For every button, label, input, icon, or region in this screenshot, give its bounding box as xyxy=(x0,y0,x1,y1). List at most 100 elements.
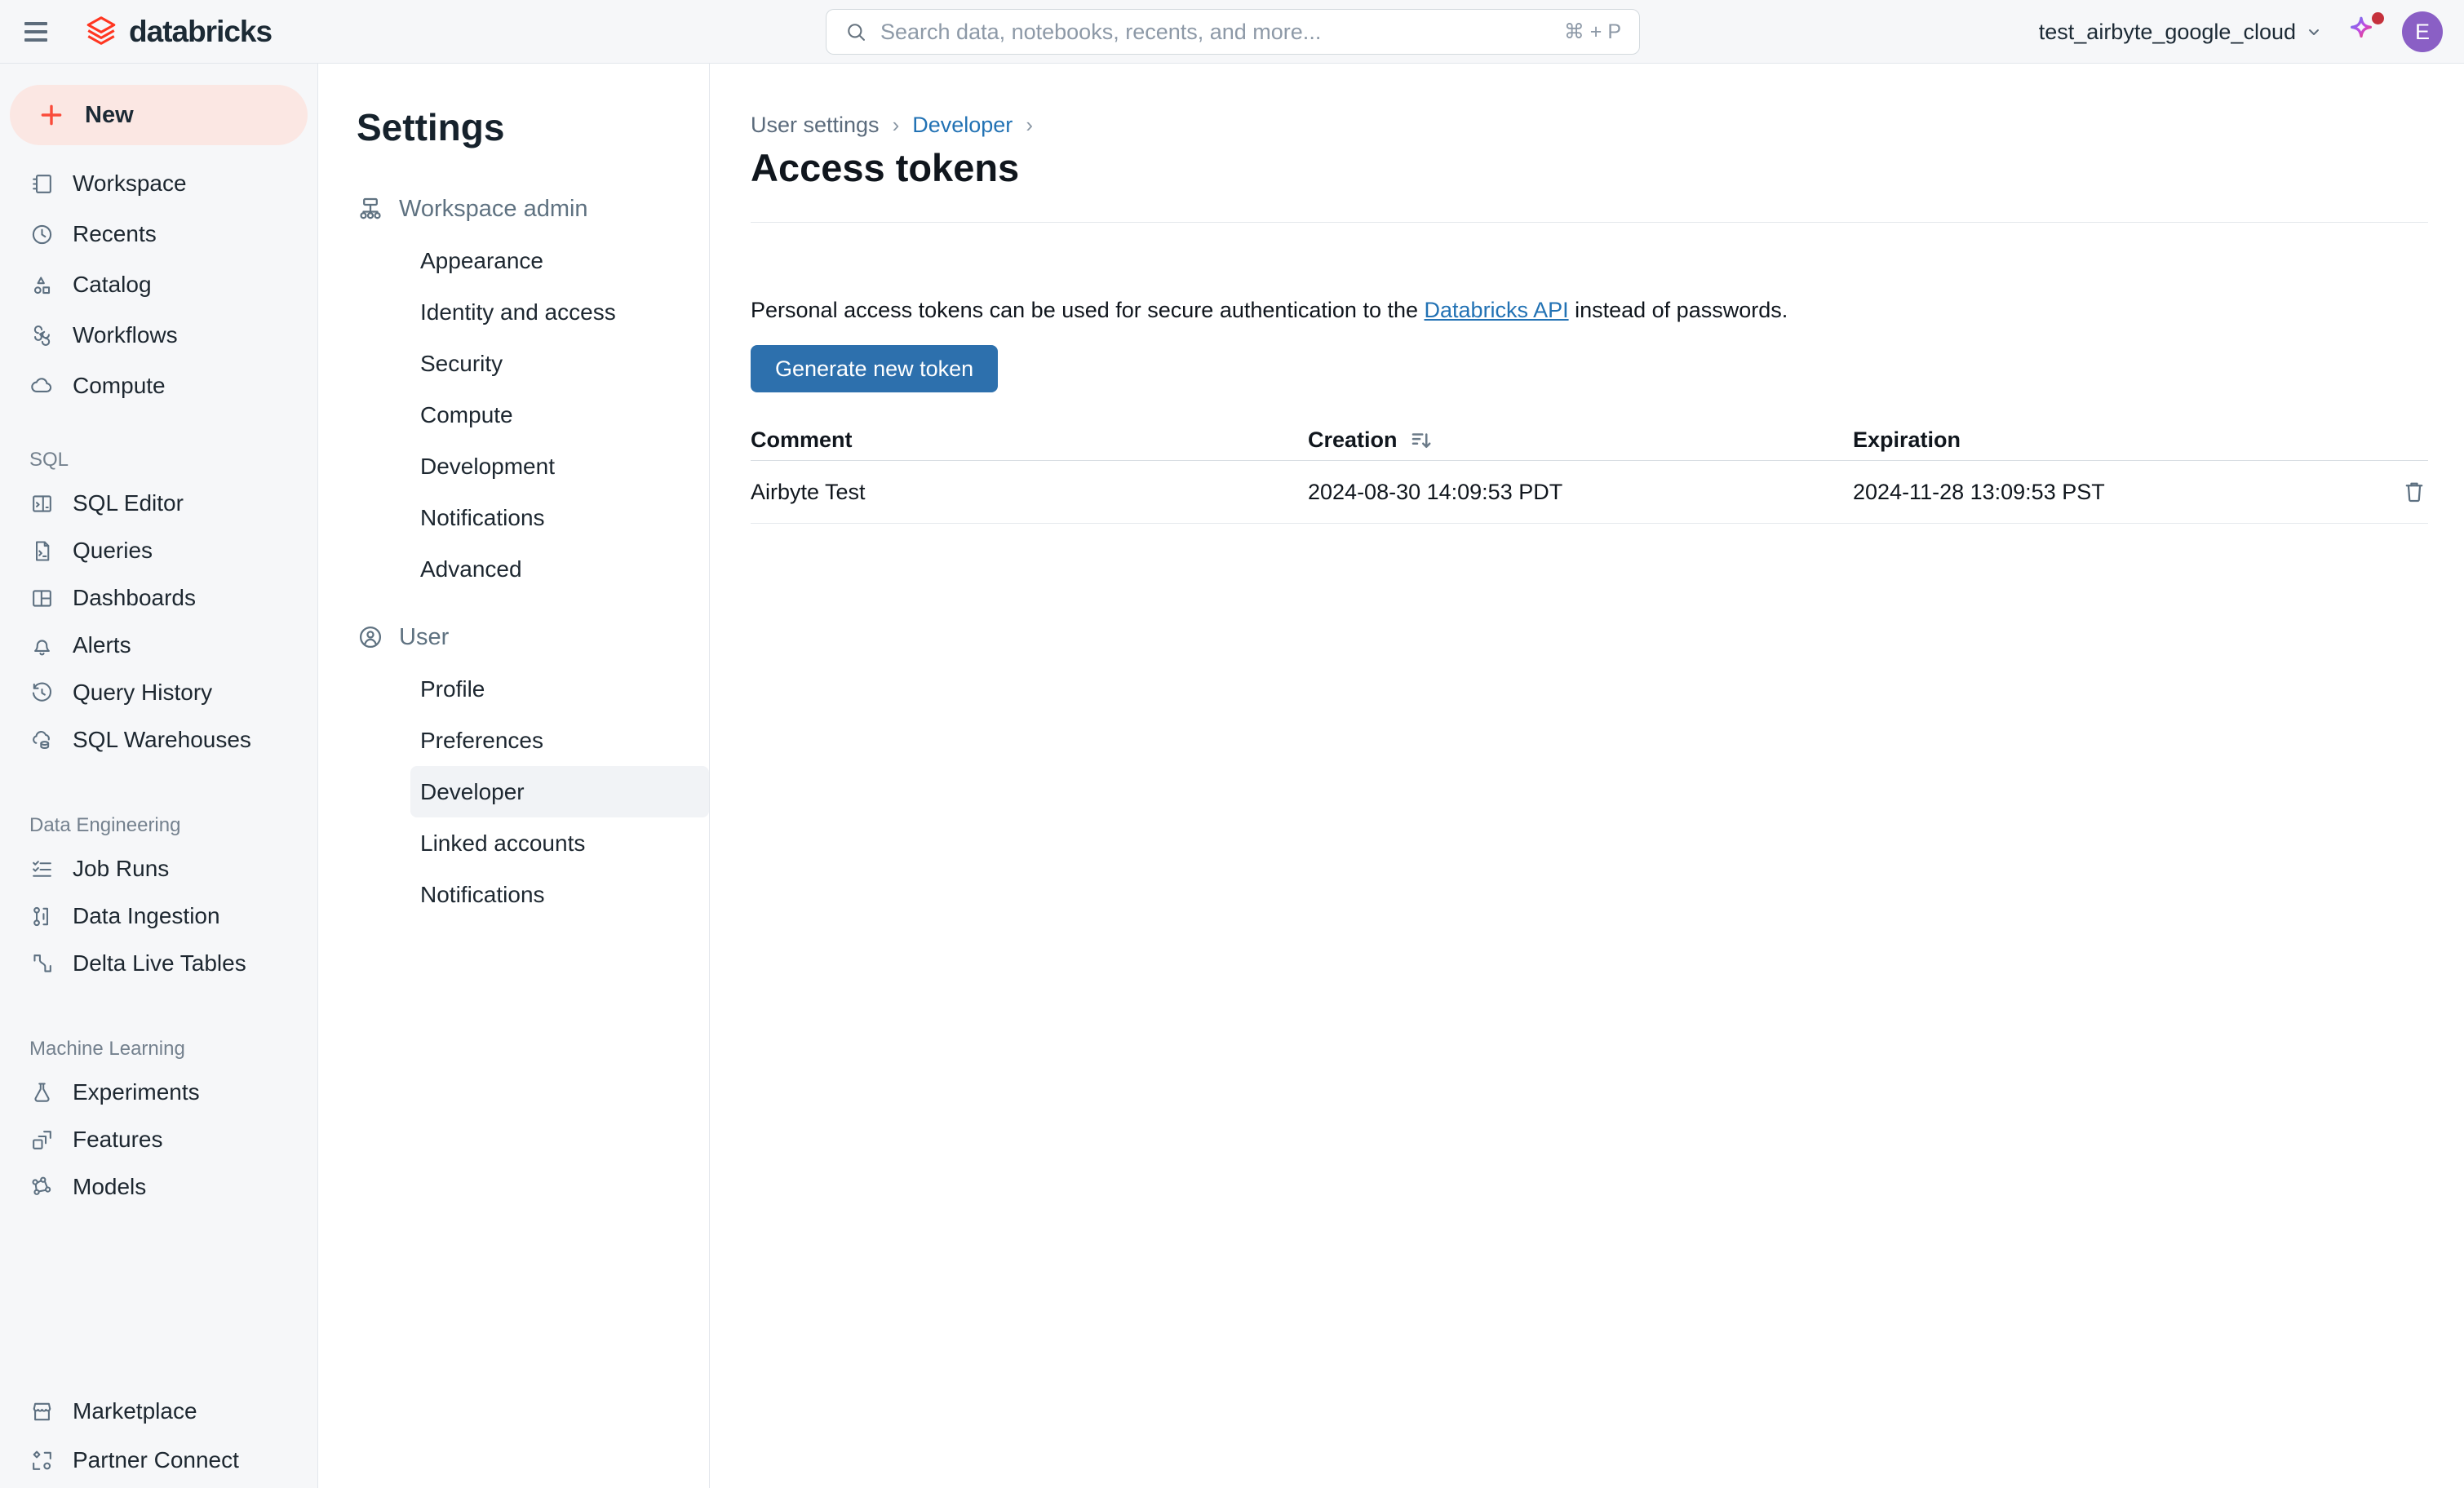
app-sidebar: New Workspace Recents Catalog Workflows xyxy=(0,64,318,1488)
settings-item-advanced[interactable]: Advanced xyxy=(410,543,709,595)
settings-group-label: User xyxy=(399,624,449,651)
sidebar-item-data-ingestion[interactable]: Data Ingestion xyxy=(0,892,317,940)
job-runs-icon xyxy=(29,857,55,882)
search-icon xyxy=(844,20,867,43)
settings-item-identity-and-access[interactable]: Identity and access xyxy=(410,286,709,338)
sidebar-item-sql-editor[interactable]: SQL Editor xyxy=(0,480,317,527)
experiments-icon xyxy=(29,1080,55,1105)
settings-item-profile[interactable]: Profile xyxy=(410,663,709,715)
sidebar-item-label: Alerts xyxy=(73,632,131,658)
databricks-logo[interactable]: databricks xyxy=(83,14,272,50)
settings-item-preferences[interactable]: Preferences xyxy=(410,715,709,766)
description-text: Personal access tokens can be used for s… xyxy=(751,298,1425,322)
sidebar-item-label: SQL Editor xyxy=(73,490,184,516)
sidebar-item-sql-warehouses[interactable]: SQL Warehouses xyxy=(0,716,317,764)
workspace-icon xyxy=(29,171,55,197)
topbar: databricks Search data, notebooks, recen… xyxy=(0,0,2464,64)
new-button-label: New xyxy=(85,102,134,129)
sidebar-item-label: Compute xyxy=(73,373,166,399)
settings-title: Settings xyxy=(357,103,693,152)
settings-item-development[interactable]: Development xyxy=(410,441,709,492)
trash-icon xyxy=(2400,478,2428,506)
hamburger-menu-icon[interactable] xyxy=(24,17,51,46)
breadcrumb-user-settings[interactable]: User settings xyxy=(751,111,880,139)
sidebar-primary-nav: Workspace Recents Catalog Workflows Comp… xyxy=(0,158,317,411)
sidebar-item-dashboards[interactable]: Dashboards xyxy=(0,574,317,622)
global-search-input[interactable]: Search data, notebooks, recents, and mor… xyxy=(826,9,1640,55)
databricks-api-link[interactable]: Databricks API xyxy=(1425,298,1569,322)
avatar-initial: E xyxy=(2415,20,2430,45)
sidebar-item-workspace[interactable]: Workspace xyxy=(0,158,317,209)
query-history-icon xyxy=(29,680,55,706)
settings-group-user: User xyxy=(357,616,693,658)
breadcrumb: User settings › Developer › xyxy=(751,111,2428,139)
token-description: Personal access tokens can be used for s… xyxy=(751,296,2428,324)
sidebar-item-query-history[interactable]: Query History xyxy=(0,669,317,716)
search-shortcut: ⌘ + P xyxy=(1564,20,1621,44)
settings-item-user-notifications[interactable]: Notifications xyxy=(410,869,709,920)
sidebar-item-workflows[interactable]: Workflows xyxy=(0,310,317,361)
sidebar-item-features[interactable]: Features xyxy=(0,1116,317,1163)
sidebar-item-label: Partner Connect xyxy=(73,1447,239,1473)
column-header-expiration: Expiration xyxy=(1853,427,2387,453)
dashboards-icon xyxy=(29,586,55,611)
generate-new-token-button[interactable]: Generate new token xyxy=(751,345,998,392)
sidebar-item-recents[interactable]: Recents xyxy=(0,209,317,259)
sidebar-section-machine-learning: Machine Learning xyxy=(0,1023,317,1061)
recents-icon xyxy=(29,222,55,247)
sidebar-item-alerts[interactable]: Alerts xyxy=(0,622,317,669)
sidebar-item-experiments[interactable]: Experiments xyxy=(0,1069,317,1116)
delete-token-button[interactable] xyxy=(2400,478,2428,506)
page-title: Access tokens xyxy=(751,147,2428,189)
compute-icon xyxy=(29,374,55,399)
sidebar-item-label: Experiments xyxy=(73,1079,200,1105)
breadcrumb-separator: › xyxy=(893,111,900,139)
notification-dot xyxy=(2372,12,2384,24)
sidebar-item-label: Recents xyxy=(73,221,157,247)
sidebar-item-label: Models xyxy=(73,1174,146,1200)
description-text: instead of passwords. xyxy=(1569,298,1788,322)
settings-item-linked-accounts[interactable]: Linked accounts xyxy=(410,817,709,869)
breadcrumb-developer[interactable]: Developer xyxy=(912,111,1013,139)
sidebar-item-compute[interactable]: Compute xyxy=(0,361,317,411)
alerts-icon xyxy=(29,633,55,658)
chevron-down-icon xyxy=(2304,22,2324,42)
user-icon xyxy=(357,623,384,651)
user-avatar[interactable]: E xyxy=(2402,11,2443,52)
delta-live-tables-icon xyxy=(29,951,55,976)
access-tokens-table: Comment Creation Expiration Airbyte Test… xyxy=(751,420,2428,524)
token-comment-cell: Airbyte Test xyxy=(751,480,1308,505)
sidebar-item-job-runs[interactable]: Job Runs xyxy=(0,845,317,892)
search-placeholder: Search data, notebooks, recents, and mor… xyxy=(880,20,1551,45)
assistant-button[interactable] xyxy=(2345,14,2381,50)
sidebar-item-label: Catalog xyxy=(73,272,152,298)
sort-descending-icon xyxy=(1409,428,1434,453)
sidebar-item-catalog[interactable]: Catalog xyxy=(0,259,317,310)
settings-item-security[interactable]: Security xyxy=(410,338,709,389)
new-button[interactable]: New xyxy=(10,85,308,145)
workspace-selector[interactable]: test_airbyte_google_cloud xyxy=(2039,20,2324,45)
sidebar-item-queries[interactable]: Queries xyxy=(0,527,317,574)
partner-connect-icon xyxy=(29,1448,55,1473)
catalog-icon xyxy=(29,272,55,298)
main-content: User settings › Developer › Access token… xyxy=(711,64,2464,1488)
settings-item-compute[interactable]: Compute xyxy=(410,389,709,441)
settings-item-appearance[interactable]: Appearance xyxy=(410,235,709,286)
sidebar-item-label: Query History xyxy=(73,680,212,706)
title-divider xyxy=(751,222,2428,223)
sidebar-item-label: Marketplace xyxy=(73,1398,197,1424)
column-header-comment: Comment xyxy=(751,427,1308,453)
sidebar-item-marketplace[interactable]: Marketplace xyxy=(0,1387,317,1436)
token-expiration-cell: 2024-11-28 13:09:53 PST xyxy=(1853,480,2387,505)
sidebar-item-label: Features xyxy=(73,1127,163,1153)
sidebar-section-data-engineering: Data Engineering xyxy=(0,799,317,837)
settings-item-notifications[interactable]: Notifications xyxy=(410,492,709,543)
table-header-row: Comment Creation Expiration xyxy=(751,420,2428,461)
databricks-logo-icon xyxy=(83,14,119,50)
settings-item-developer[interactable]: Developer xyxy=(410,766,709,817)
sidebar-item-models[interactable]: Models xyxy=(0,1163,317,1211)
sidebar-item-partner-connect[interactable]: Partner Connect xyxy=(0,1436,317,1485)
column-header-creation[interactable]: Creation xyxy=(1308,427,1853,453)
org-chart-icon xyxy=(357,195,384,223)
sidebar-item-delta-live-tables[interactable]: Delta Live Tables xyxy=(0,940,317,987)
